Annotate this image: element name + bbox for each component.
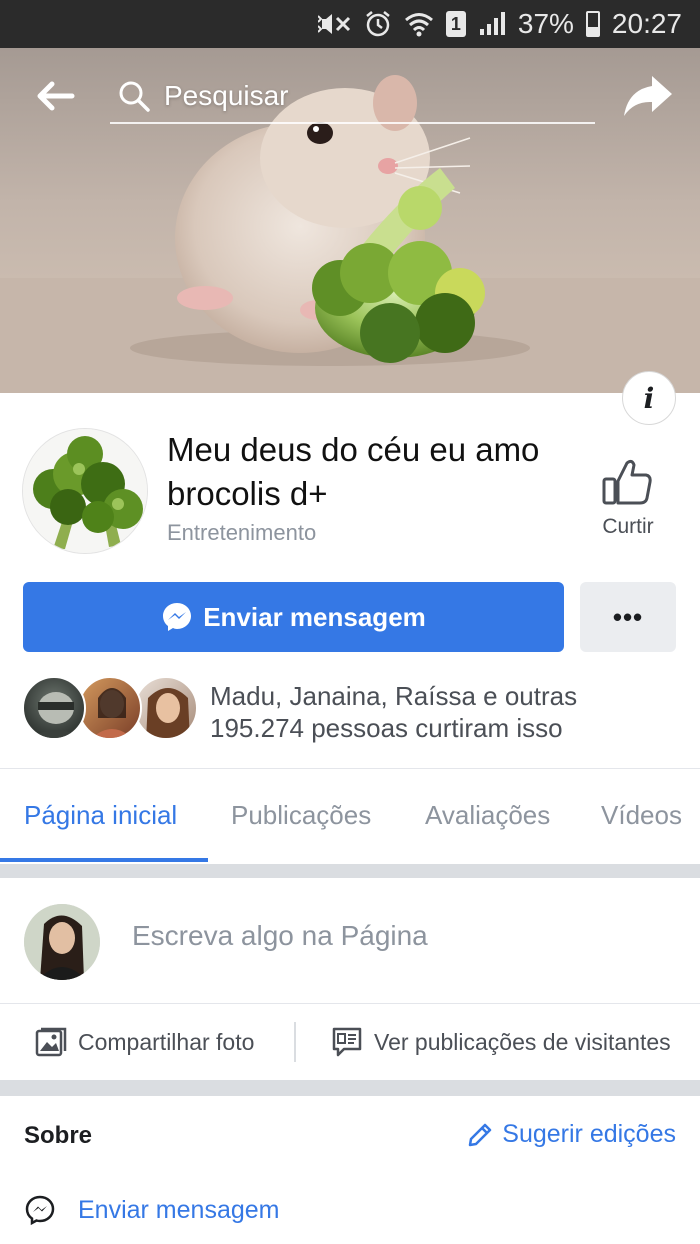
visitor-posts-button[interactable]: Ver publicações de visitantes bbox=[330, 1004, 671, 1080]
broccoli-image bbox=[23, 429, 147, 553]
back-arrow-icon[interactable] bbox=[30, 76, 80, 116]
active-tab-indicator bbox=[0, 858, 208, 862]
thumbs-up-icon bbox=[602, 459, 652, 505]
write-post-input[interactable]: Escreva algo na Página bbox=[132, 920, 652, 964]
about-send-message[interactable]: Enviar mensagem bbox=[24, 1194, 279, 1226]
likes-count: 195.274 pessoas curtiram isso bbox=[210, 713, 563, 743]
mute-vibrate-icon bbox=[317, 10, 352, 38]
section-separator bbox=[0, 864, 700, 878]
status-bar: 1 37% 20:27 bbox=[0, 0, 700, 48]
share-photo-button[interactable]: Compartilhar foto bbox=[34, 1004, 254, 1080]
likes-friends: Madu, Janaina, Raíssa e outras bbox=[210, 681, 578, 711]
visitor-posts-icon bbox=[332, 1027, 362, 1057]
battery-percent: 37% bbox=[517, 8, 574, 39]
page-category[interactable]: Entretenimento bbox=[167, 520, 316, 546]
info-icon[interactable]: i bbox=[622, 371, 676, 425]
photo-icon bbox=[35, 1027, 67, 1057]
tab-reviews[interactable]: Avaliações bbox=[425, 800, 550, 831]
tab-videos[interactable]: Vídeos bbox=[601, 800, 682, 831]
tab-posts[interactable]: Publicações bbox=[231, 800, 371, 831]
friend-avatars[interactable] bbox=[22, 676, 198, 742]
battery-icon bbox=[585, 11, 600, 37]
composer-actions: Compartilhar foto Ver publicações de vis… bbox=[0, 1004, 700, 1080]
friend-avatar bbox=[134, 676, 198, 740]
tab-home[interactable]: Página inicial bbox=[24, 800, 177, 831]
friend-avatar bbox=[22, 676, 86, 740]
page-avatar[interactable] bbox=[22, 428, 148, 554]
about-heading: Sobre bbox=[24, 1122, 93, 1149]
visitor-posts-label: Ver publicações de visitantes bbox=[374, 1028, 671, 1055]
top-bar: Pesquisar bbox=[0, 48, 700, 148]
share-photo-label: Compartilhar foto bbox=[78, 1028, 255, 1055]
messenger-icon bbox=[163, 603, 192, 631]
send-message-button[interactable]: Enviar mensagem bbox=[23, 582, 564, 652]
clock: 20:27 bbox=[611, 8, 682, 39]
friend-avatar bbox=[78, 676, 142, 740]
pencil-icon bbox=[469, 1123, 492, 1146]
sim-icon: 1 bbox=[445, 11, 466, 37]
wifi-icon bbox=[404, 11, 434, 37]
page-title: Meu deus do céu eu amo brocolis d+ bbox=[167, 431, 540, 512]
separator bbox=[294, 1022, 296, 1062]
signal-icon bbox=[478, 11, 506, 37]
like-label: Curtir bbox=[602, 515, 654, 538]
share-icon[interactable] bbox=[620, 72, 676, 122]
divider bbox=[0, 768, 700, 769]
search-placeholder: Pesquisar bbox=[164, 80, 289, 111]
suggest-edits-link[interactable]: Sugerir edições bbox=[466, 1120, 676, 1149]
search-icon bbox=[119, 81, 150, 112]
more-options-button[interactable]: ••• bbox=[580, 582, 676, 652]
likes-summary[interactable]: Madu, Janaina, Raíssa e outras 195.274 p… bbox=[210, 680, 577, 744]
page-tabs: Página inicial Publicações Avaliações Ví… bbox=[0, 770, 700, 864]
alarm-icon bbox=[364, 10, 392, 38]
section-separator bbox=[0, 1080, 700, 1096]
like-button[interactable]: Curtir bbox=[590, 455, 666, 555]
suggest-edits-label: Sugerir edições bbox=[502, 1120, 676, 1148]
send-message-label: Enviar mensagem bbox=[203, 601, 426, 632]
about-send-message-label: Enviar mensagem bbox=[78, 1195, 280, 1224]
search-input[interactable]: Pesquisar bbox=[110, 70, 595, 124]
messenger-icon bbox=[25, 1195, 55, 1226]
user-avatar[interactable] bbox=[24, 904, 100, 980]
